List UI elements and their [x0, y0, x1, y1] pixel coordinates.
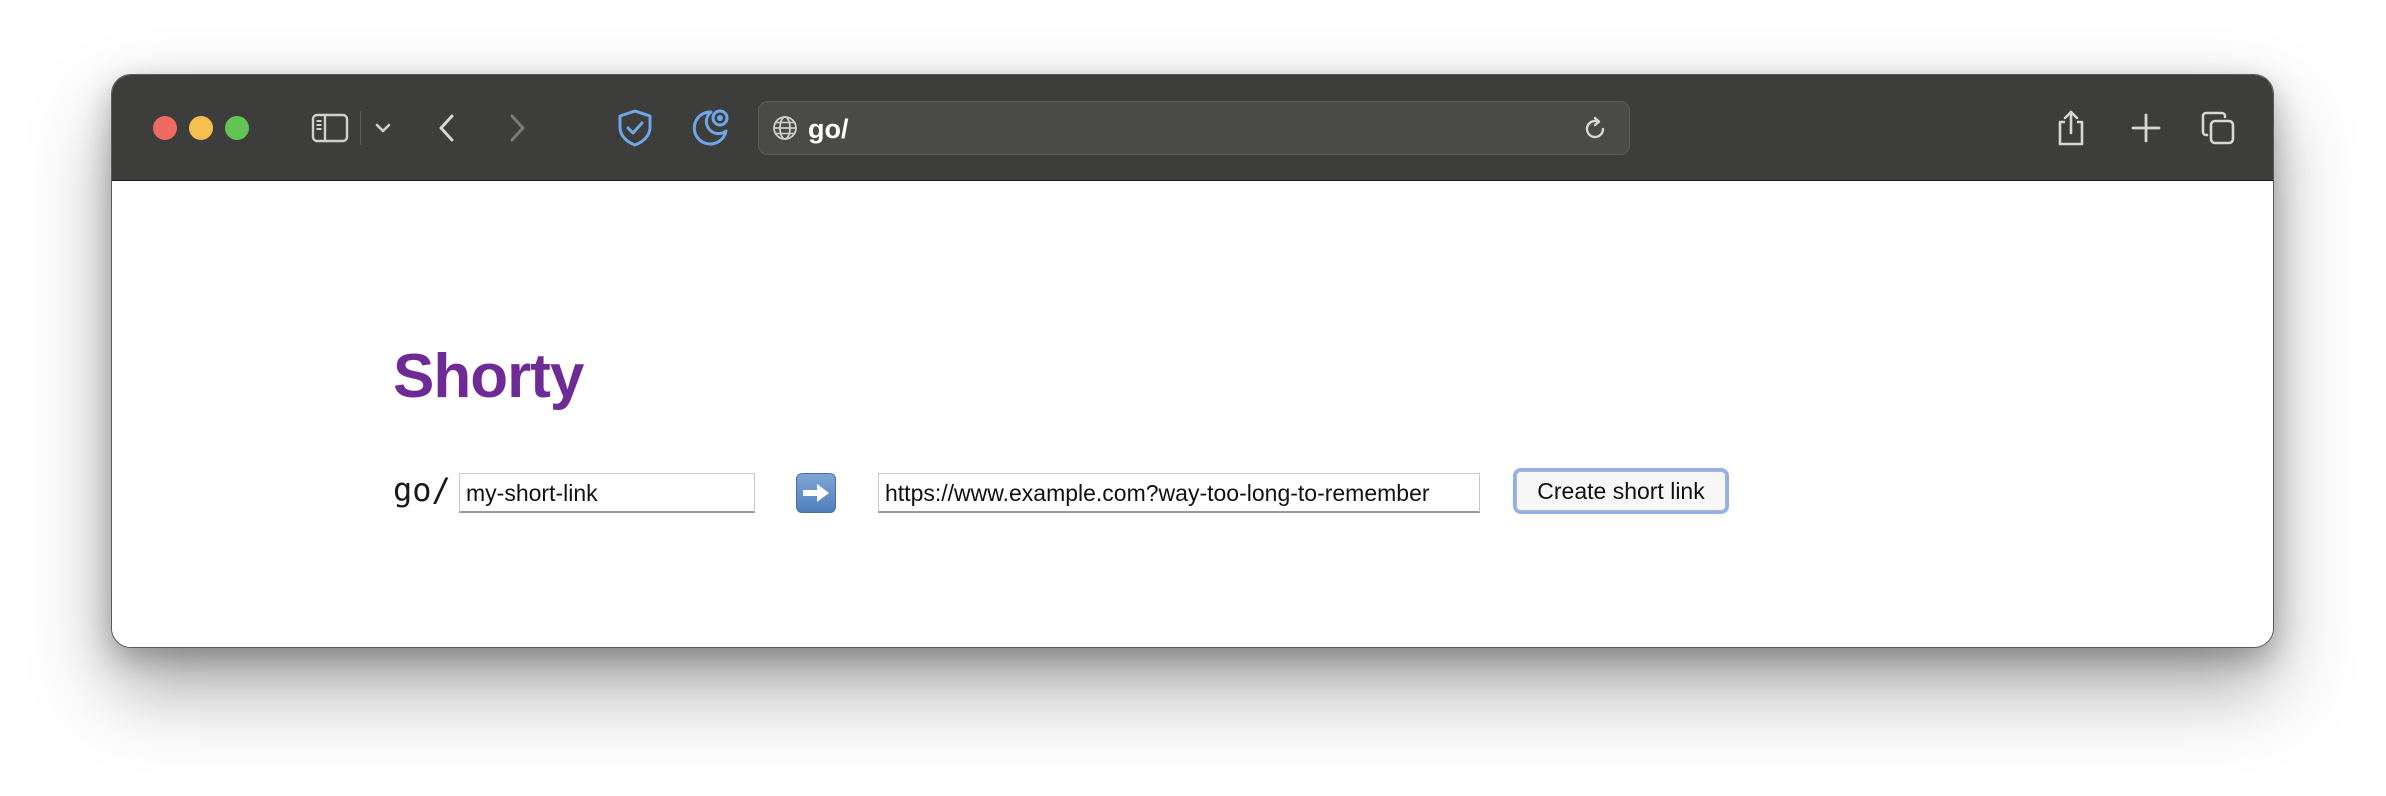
- night-mode-extension-button[interactable]: [689, 103, 731, 153]
- share-icon: [2054, 108, 2088, 148]
- forward-button[interactable]: [502, 103, 532, 153]
- close-window-button[interactable]: [153, 116, 177, 140]
- tab-overview-icon: [2200, 110, 2236, 146]
- browser-window: go/ Shorty go/ my-short-link https://www…: [111, 74, 2274, 648]
- address-text: go/: [808, 114, 849, 144]
- globe-icon: [772, 115, 798, 146]
- create-short-link-label: Create short link: [1537, 477, 1705, 504]
- shield-check-icon: [616, 108, 654, 148]
- short-link-input[interactable]: my-short-link: [459, 473, 755, 513]
- browser-toolbar: go/: [112, 75, 2273, 181]
- toolbar-divider: [360, 111, 361, 145]
- forward-icon: [507, 112, 527, 144]
- tab-overview-button[interactable]: [2198, 103, 2238, 153]
- maximize-window-button[interactable]: [225, 116, 249, 140]
- reload-icon[interactable]: [1581, 115, 1609, 148]
- sidebar-toggle-button[interactable]: [308, 103, 352, 153]
- new-tab-button[interactable]: [2126, 103, 2166, 153]
- page-title: Shorty: [393, 342, 584, 411]
- plus-icon: [2130, 112, 2162, 144]
- create-short-link-button[interactable]: Create short link: [1513, 468, 1729, 514]
- share-button[interactable]: [2051, 103, 2091, 153]
- sidebar-icon: [311, 113, 349, 143]
- minimize-window-button[interactable]: [189, 116, 213, 140]
- moon-extension-icon: [689, 107, 731, 149]
- privacy-extension-button[interactable]: [615, 103, 655, 153]
- chevron-down-icon: [374, 122, 392, 134]
- page-content: Shorty go/ my-short-link https://www.exa…: [112, 181, 2273, 647]
- link-prefix-label: go/: [393, 471, 451, 509]
- arrow-right-icon: [796, 473, 836, 513]
- back-icon: [437, 112, 457, 144]
- destination-url-input[interactable]: https://www.example.com?way-too-long-to-…: [878, 473, 1480, 513]
- address-bar[interactable]: go/: [758, 101, 1630, 155]
- back-button[interactable]: [432, 103, 462, 153]
- tab-group-menu-button[interactable]: [370, 103, 396, 153]
